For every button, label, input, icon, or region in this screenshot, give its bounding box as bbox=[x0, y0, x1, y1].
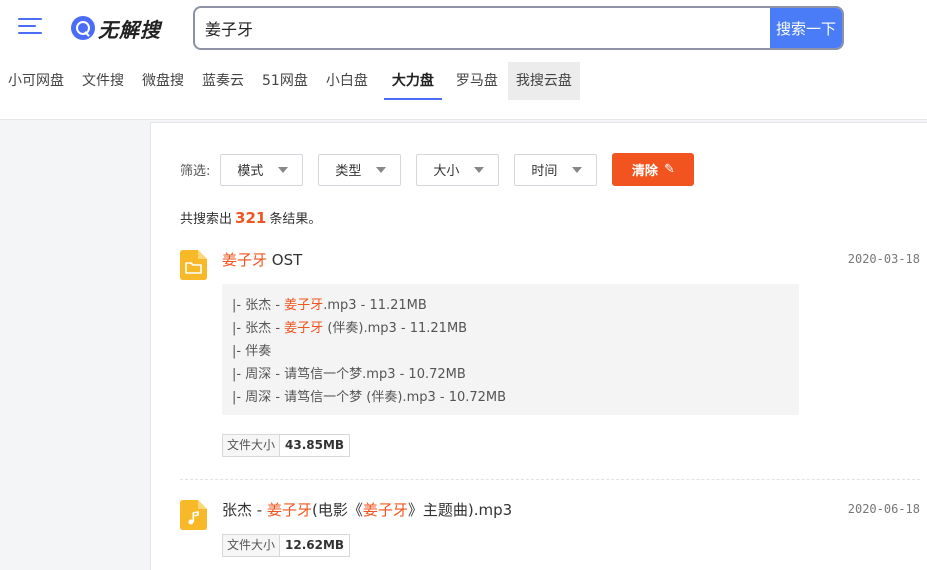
music-file-icon bbox=[180, 500, 207, 530]
filter-dropdown-2[interactable]: 大小 bbox=[416, 153, 500, 186]
file-line-part: |- 张杰 - bbox=[232, 298, 285, 313]
result-date: 2020-03-18 bbox=[847, 252, 920, 266]
file-line: |- 周深 - 请笃信一个梦 (伴奏).mp3 - 10.72MB bbox=[232, 386, 789, 409]
title-part: 姜子牙 bbox=[362, 501, 408, 519]
file-line-part: (伴奏).mp3 - 11.21MB bbox=[323, 321, 468, 336]
top-bar: 无解搜 搜索一下 小可网盘文件搜微盘搜蓝奏云51网盘小白盘大力盘罗马盘我搜云盘 bbox=[0, 0, 927, 120]
file-line-part: |- 周深 - 请笃信一个梦 (伴奏).mp3 - 10.72MB bbox=[232, 390, 507, 405]
broom-icon: ✎ bbox=[663, 162, 675, 177]
filter-dropdown-1[interactable]: 类型 bbox=[318, 153, 402, 186]
logo-text: 无解搜 bbox=[98, 17, 161, 42]
result-item: 张杰 - 姜子牙(电影《姜子牙》主题曲).mp3 2020-06-18 文件大小… bbox=[180, 498, 920, 568]
title-part: OST bbox=[267, 251, 303, 269]
search-input[interactable] bbox=[195, 8, 773, 48]
result-summary: 共搜索出 321 条结果。 bbox=[180, 208, 321, 227]
title-part: (电影《 bbox=[311, 501, 363, 519]
file-line-part: |- 张杰 - bbox=[232, 321, 285, 336]
file-line: |- 张杰 - 姜子牙 (伴奏).mp3 - 11.21MB bbox=[232, 317, 789, 340]
filter-label: 筛选: bbox=[180, 164, 211, 179]
file-line: |- 张杰 - 姜子牙.mp3 - 11.21MB bbox=[232, 294, 789, 317]
file-line-part: 姜子牙 bbox=[284, 321, 324, 336]
source-tabs: 小可网盘 文件搜 微盘搜 蓝奏云 51网盘 小白盘 大力盘 罗马盘 我搜云盘 bbox=[0, 62, 582, 102]
tab-1[interactable]: 文件搜 bbox=[74, 62, 132, 100]
summary-prefix: 共搜索出 bbox=[180, 212, 233, 227]
clear-filters-button[interactable]: 清除 ✎ bbox=[612, 153, 695, 186]
search-box: 搜索一下 bbox=[193, 6, 844, 50]
file-line: |- 周深 - 请笃信一个梦.mp3 - 10.72MB bbox=[232, 363, 789, 386]
file-list: |- 张杰 - 姜子牙.mp3 - 11.21MB |- 张杰 - 姜子牙 (伴… bbox=[222, 284, 799, 415]
title-part: 》主题曲).mp3 bbox=[407, 501, 513, 519]
results-card: 筛选: 模式 类型 大小 时间 清除 ✎ 共搜索出 321 条结果。 姜子牙 OST 2020… bbox=[150, 122, 927, 570]
file-line-part: 姜子牙 bbox=[284, 298, 324, 313]
file-line-part: .mp3 - 11.21MB bbox=[323, 298, 427, 313]
tab-5[interactable]: 小白盘 bbox=[318, 62, 376, 100]
result-date: 2020-06-18 bbox=[847, 502, 920, 516]
tab-3[interactable]: 蓝奏云 bbox=[194, 62, 252, 100]
file-line-part: |- 周深 - 请笃信一个梦.mp3 - 10.72MB bbox=[232, 367, 466, 382]
filter-dropdown-label: 类型 bbox=[335, 164, 362, 179]
result-title[interactable]: 张杰 - 姜子牙(电影《姜子牙》主题曲).mp3 bbox=[222, 499, 512, 520]
menu-icon[interactable] bbox=[18, 18, 42, 36]
size-tag: 文件大小 43.85MB bbox=[222, 434, 351, 457]
tab-0[interactable]: 小可网盘 bbox=[0, 62, 72, 100]
tab-4[interactable]: 51网盘 bbox=[254, 62, 316, 100]
result-item: 姜子牙 OST 2020-03-18 |- 张杰 - 姜子牙.mp3 - 11.… bbox=[180, 248, 920, 463]
filter-row: 筛选: 模式 类型 大小 时间 清除 ✎ bbox=[180, 153, 695, 186]
caret-down-icon bbox=[572, 166, 583, 173]
tab-8[interactable]: 我搜云盘 bbox=[507, 62, 580, 100]
size-tag-value: 12.62MB bbox=[285, 538, 345, 552]
caret-down-icon bbox=[376, 166, 387, 173]
tab-7[interactable]: 罗马盘 bbox=[448, 62, 506, 100]
filter-dropdown-label: 时间 bbox=[531, 164, 558, 179]
result-title[interactable]: 姜子牙 OST bbox=[222, 249, 302, 270]
tab-6[interactable]: 大力盘 bbox=[383, 62, 442, 100]
caret-down-icon bbox=[474, 166, 485, 173]
title-part: 姜子牙 bbox=[266, 501, 312, 519]
size-tag-label: 文件大小 bbox=[223, 435, 281, 456]
result-divider bbox=[180, 479, 920, 480]
folder-icon bbox=[180, 250, 207, 280]
caret-down-icon bbox=[278, 166, 289, 173]
size-tag: 文件大小 12.62MB bbox=[222, 534, 351, 557]
file-line-part: |- 伴奏 bbox=[232, 344, 272, 359]
logo[interactable]: 无解搜 bbox=[71, 14, 161, 42]
search-button[interactable]: 搜索一下 bbox=[770, 8, 842, 48]
clear-label: 清除 bbox=[631, 164, 658, 179]
tab-2[interactable]: 微盘搜 bbox=[134, 62, 192, 100]
title-part: 张杰 - bbox=[222, 501, 267, 519]
filter-dropdown-label: 模式 bbox=[237, 164, 264, 179]
filter-dropdown-0[interactable]: 模式 bbox=[220, 153, 304, 186]
filter-dropdown-label: 大小 bbox=[433, 164, 460, 179]
filter-dropdown-3[interactable]: 时间 bbox=[514, 153, 598, 186]
search-logo-icon bbox=[71, 16, 95, 40]
size-tag-value: 43.85MB bbox=[285, 438, 345, 452]
result-count: 321 bbox=[235, 209, 267, 227]
size-tag-label: 文件大小 bbox=[223, 535, 281, 556]
title-part: 姜子牙 bbox=[222, 251, 268, 269]
file-line: |- 伴奏 bbox=[232, 340, 789, 363]
summary-suffix: 条结果。 bbox=[269, 212, 322, 227]
